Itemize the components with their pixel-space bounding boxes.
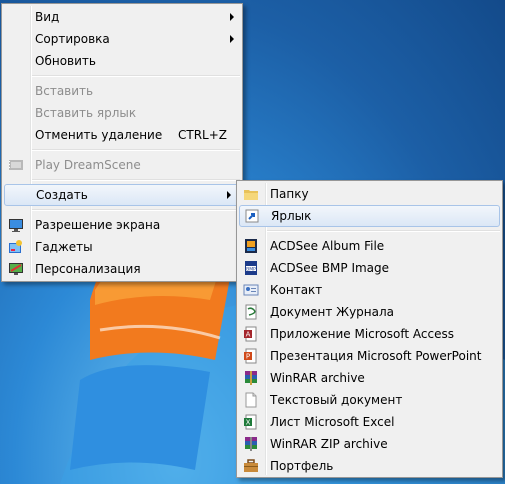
excel-icon: X — [244, 414, 257, 430]
menu-item-label: Отменить удаление — [35, 128, 163, 142]
menu-item-sort[interactable]: Сортировка — [2, 28, 242, 50]
submenu-item-briefcase[interactable]: Портфель — [237, 455, 502, 477]
submenu-item-label: Контакт — [270, 283, 323, 297]
submenu-item-label: WinRAR archive — [270, 371, 365, 385]
menu-item-label: Сортировка — [35, 32, 110, 46]
svg-text:P: P — [246, 353, 250, 361]
menu-item-label: Обновить — [35, 54, 96, 68]
gadgets-icon — [9, 240, 22, 253]
submenu-item-acdsee-bmp[interactable]: BMP ACDSee BMP Image — [237, 257, 502, 279]
menu-separator — [32, 209, 240, 211]
menu-separator — [32, 149, 240, 151]
submenu-item-winrar-archive[interactable]: WinRAR archive — [237, 367, 502, 389]
menu-item-personalization[interactable]: Персонализация — [2, 258, 242, 280]
menu-item-label: Вставить ярлык — [35, 106, 137, 120]
create-submenu: Папку Ярлык ACDSee Album File BMP ACDSee… — [236, 180, 503, 478]
menu-item-label: Разрешение экрана — [35, 218, 161, 232]
bmp-image-icon: BMP — [245, 261, 257, 275]
menu-item-view[interactable]: Вид — [2, 6, 242, 28]
menu-item-paste: Вставить — [2, 80, 242, 102]
menu-item-label: Гаджеты — [35, 240, 93, 254]
menu-item-label: Вставить — [35, 84, 94, 98]
menu-item-label: Play DreamScene — [35, 158, 141, 172]
menu-separator — [32, 75, 240, 77]
submenu-item-shortcut[interactable]: Ярлык — [239, 205, 500, 227]
svg-text:X: X — [246, 419, 251, 427]
powerpoint-icon: P — [244, 348, 257, 364]
submenu-arrow-icon — [230, 35, 234, 43]
winrar-icon — [245, 371, 257, 385]
submenu-item-acdsee-album[interactable]: ACDSee Album File — [237, 235, 502, 257]
submenu-item-label: Текстовый документ — [270, 393, 403, 407]
winrar-zip-icon — [245, 437, 257, 451]
menu-item-label: Вид — [35, 10, 60, 24]
briefcase-icon — [244, 459, 258, 472]
desktop-context-menu: Вид Сортировка Обновить Вставить Вставит… — [1, 3, 243, 282]
menu-item-gadgets[interactable]: Гаджеты — [2, 236, 242, 258]
submenu-arrow-icon — [227, 191, 231, 199]
svg-text:A: A — [246, 331, 251, 339]
svg-text:BMP: BMP — [246, 267, 256, 273]
shortcut-text: CTRL+Z — [178, 128, 228, 142]
submenu-arrow-icon — [230, 13, 234, 21]
access-icon: A — [244, 326, 257, 342]
submenu-item-label: ACDSee Album File — [270, 239, 385, 253]
menu-item-play-dreamscene: Play DreamScene — [2, 154, 242, 176]
menu-item-label: Персонализация — [35, 262, 141, 276]
menu-separator — [32, 179, 240, 181]
menu-item-screen-resolution[interactable]: Разрешение экрана — [2, 214, 242, 236]
shortcut-arrow-icon — [245, 209, 259, 223]
submenu-item-label: Лист Microsoft Excel — [270, 415, 395, 429]
acdsee-album-icon — [245, 239, 257, 253]
menu-item-undo-delete[interactable]: Отменить удаление CTRL+Z — [2, 124, 242, 146]
contact-card-icon — [243, 284, 259, 296]
submenu-item-ms-access[interactable]: A Приложение Microsoft Access — [237, 323, 502, 345]
submenu-item-text-document[interactable]: Текстовый документ — [237, 389, 502, 411]
submenu-item-folder[interactable]: Папку — [237, 183, 502, 205]
submenu-item-label: Ярлык — [271, 209, 312, 223]
menu-item-create[interactable]: Создать — [4, 184, 240, 206]
journal-document-icon — [245, 304, 257, 320]
submenu-item-label: Портфель — [270, 459, 334, 473]
submenu-item-contact[interactable]: Контакт — [237, 279, 502, 301]
monitor-icon — [9, 219, 23, 232]
text-document-icon — [245, 392, 257, 408]
menu-item-label: Создать — [36, 188, 88, 202]
submenu-item-ms-excel[interactable]: X Лист Microsoft Excel — [237, 411, 502, 433]
folder-icon — [244, 190, 258, 200]
submenu-item-label: WinRAR ZIP archive — [270, 437, 388, 451]
submenu-item-winrar-zip[interactable]: WinRAR ZIP archive — [237, 433, 502, 455]
menu-separator — [267, 230, 500, 232]
menu-item-paste-shortcut: Вставить ярлык — [2, 102, 242, 124]
submenu-item-label: Презентация Microsoft PowerPoint — [270, 349, 482, 363]
submenu-item-label: ACDSee BMP Image — [270, 261, 390, 275]
submenu-item-label: Приложение Microsoft Access — [270, 327, 454, 341]
submenu-item-journal-document[interactable]: Документ Журнала — [237, 301, 502, 323]
personalize-icon — [9, 263, 23, 275]
submenu-item-label: Документ Журнала — [270, 305, 395, 319]
submenu-item-ms-powerpoint[interactable]: P Презентация Microsoft PowerPoint — [237, 345, 502, 367]
menu-item-refresh[interactable]: Обновить — [2, 50, 242, 72]
film-icon — [9, 160, 23, 170]
submenu-item-label: Папку — [270, 187, 309, 201]
